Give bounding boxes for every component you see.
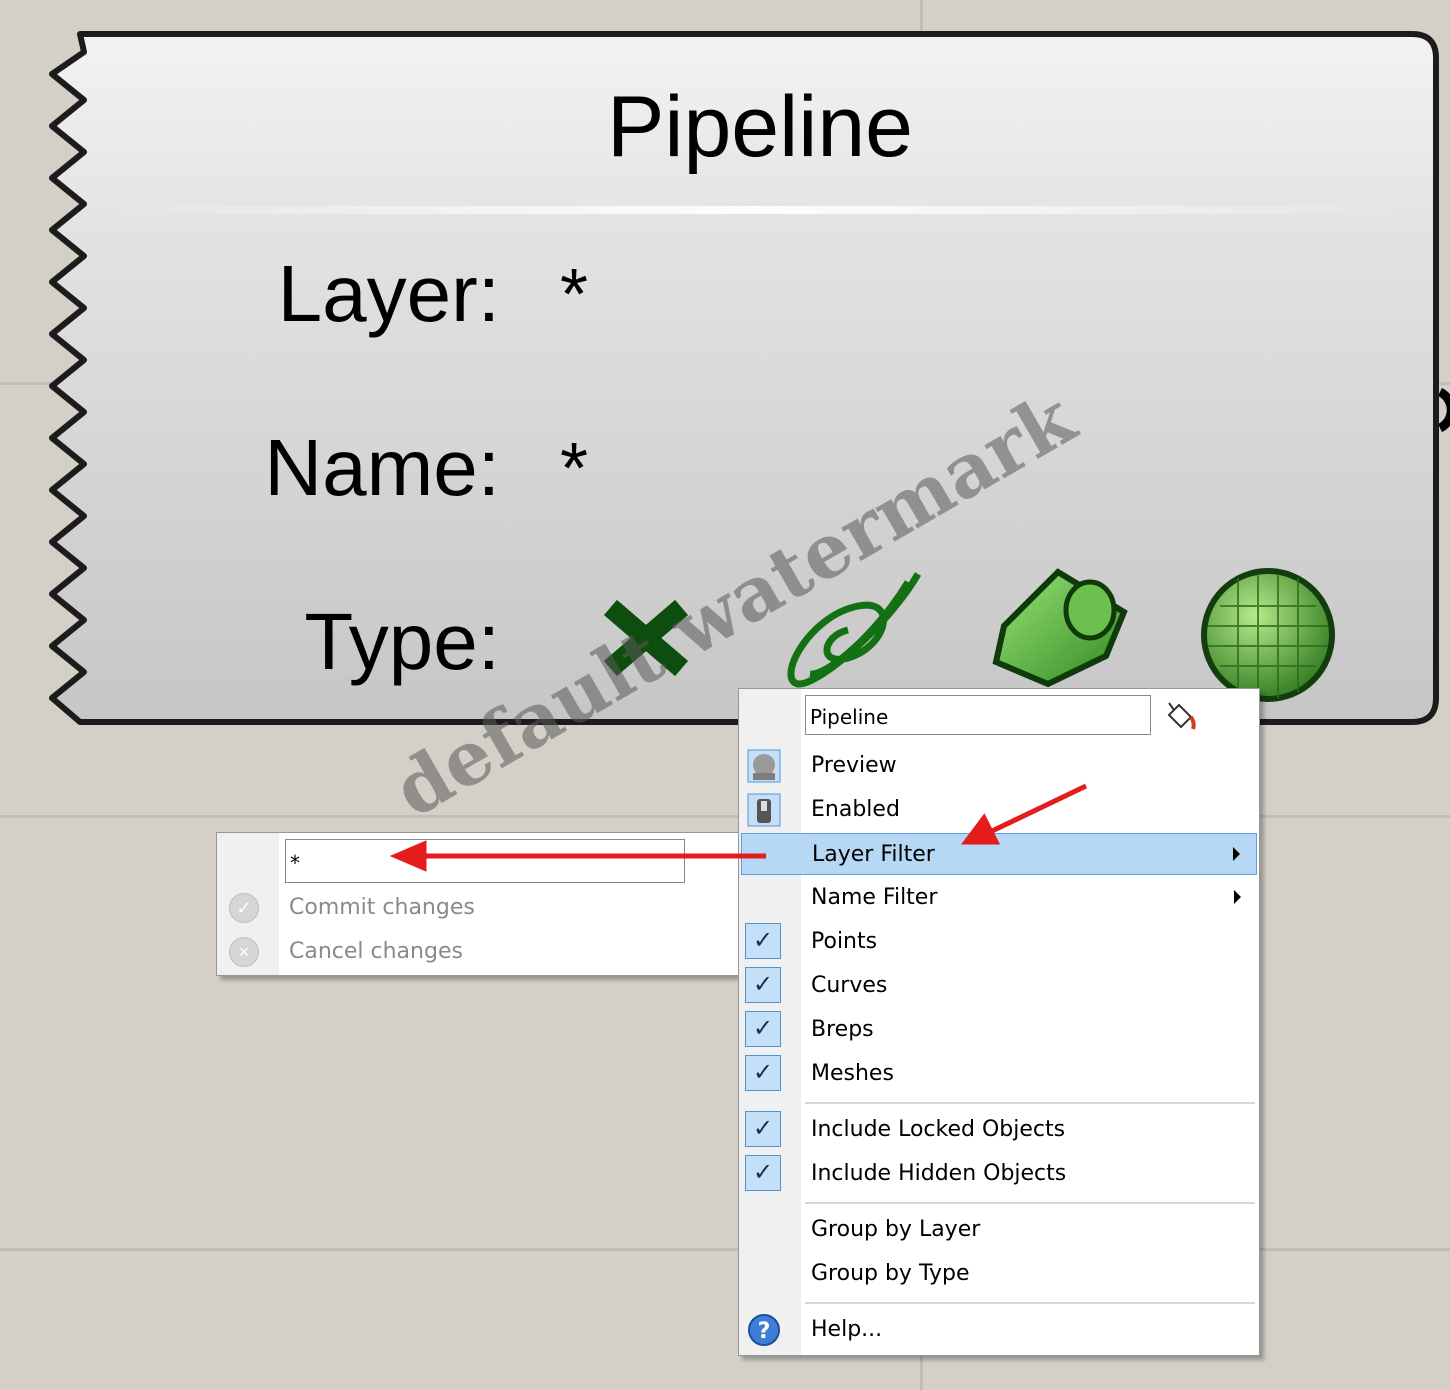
- menu-item-group-by-layer[interactable]: Group by Layer: [741, 1209, 1257, 1251]
- component-name-input[interactable]: [805, 695, 1151, 735]
- pipeline-component[interactable]: Pipeline Layer: * Name: * Type:: [0, 0, 1450, 740]
- menu-item-help[interactable]: ? Help...: [741, 1309, 1257, 1351]
- brep-icon[interactable]: [986, 566, 1134, 690]
- preview-icon: [747, 749, 781, 783]
- meshes-label: Meshes: [811, 1061, 894, 1086]
- point-icon[interactable]: [604, 600, 688, 676]
- breps-label: Breps: [811, 1017, 874, 1042]
- menu-item-meshes[interactable]: ✓ Meshes: [741, 1053, 1257, 1095]
- layer-value: *: [560, 255, 589, 335]
- menu-item-breps[interactable]: ✓ Breps: [741, 1009, 1257, 1051]
- checkmark-icon: ✓: [745, 1155, 781, 1191]
- submenu-arrow-icon: [1234, 890, 1241, 904]
- points-label: Points: [811, 929, 878, 954]
- name-filter-label: Name Filter: [811, 885, 938, 910]
- checkmark-icon: ✓: [745, 923, 781, 959]
- layer-filter-label: Layer Filter: [812, 842, 935, 867]
- menu-item-points[interactable]: ✓ Points: [741, 921, 1257, 963]
- svg-text:?: ?: [758, 1319, 771, 1344]
- commit-changes-label: Commit changes: [289, 895, 475, 920]
- cancel-circle-icon: ×: [229, 937, 259, 967]
- menu-item-name-filter[interactable]: Name Filter: [741, 877, 1257, 919]
- commit-changes-item[interactable]: ✓ Commit changes: [217, 887, 737, 929]
- help-icon: ?: [748, 1314, 780, 1346]
- curves-label: Curves: [811, 973, 888, 998]
- menu-separator: [805, 1302, 1255, 1304]
- menu-item-include-locked[interactable]: ✓ Include Locked Objects: [741, 1109, 1257, 1151]
- menu-separator: [805, 1202, 1255, 1204]
- preview-label: Preview: [811, 753, 897, 778]
- menu-item-include-hidden[interactable]: ✓ Include Hidden Objects: [741, 1153, 1257, 1195]
- menu-item-preview[interactable]: Preview: [741, 745, 1257, 787]
- menu-item-curves[interactable]: ✓ Curves: [741, 965, 1257, 1007]
- layer-label: Layer:: [277, 249, 500, 338]
- checkmark-icon: ✓: [745, 1055, 781, 1091]
- name-value: *: [560, 429, 589, 509]
- cancel-changes-item[interactable]: × Cancel changes: [217, 931, 737, 973]
- menu-item-enabled[interactable]: Enabled: [741, 789, 1257, 831]
- cancel-changes-label: Cancel changes: [289, 939, 463, 964]
- group-by-layer-label: Group by Layer: [811, 1217, 981, 1242]
- help-label: Help...: [811, 1317, 883, 1342]
- layer-filter-input[interactable]: [285, 839, 685, 883]
- component-title: Pipeline: [607, 79, 913, 175]
- submenu-arrow-icon: [1233, 847, 1240, 861]
- curve-icon[interactable]: [778, 566, 928, 692]
- check-circle-icon: ✓: [229, 893, 259, 923]
- checkmark-icon: ✓: [745, 1011, 781, 1047]
- mesh-icon[interactable]: [1196, 566, 1340, 704]
- enabled-label: Enabled: [811, 797, 900, 822]
- include-hidden-label: Include Hidden Objects: [811, 1161, 1067, 1186]
- layer-filter-submenu: ✓ Commit changes × Cancel changes: [216, 832, 740, 976]
- name-label: Name:: [264, 423, 500, 512]
- checkmark-icon: ✓: [745, 967, 781, 1003]
- component-context-menu: Preview Enabled Layer Filter Name Filter…: [738, 688, 1260, 1356]
- checkmark-icon: ✓: [745, 1111, 781, 1147]
- menu-separator: [805, 1102, 1255, 1104]
- menu-item-group-by-type[interactable]: Group by Type: [741, 1253, 1257, 1295]
- group-by-type-label: Group by Type: [811, 1261, 970, 1286]
- enabled-icon: [747, 793, 781, 827]
- include-locked-label: Include Locked Objects: [811, 1117, 1066, 1142]
- type-label: Type:: [304, 597, 500, 686]
- paint-bucket-icon[interactable]: [1163, 701, 1197, 733]
- menu-item-layer-filter[interactable]: Layer Filter: [741, 833, 1257, 875]
